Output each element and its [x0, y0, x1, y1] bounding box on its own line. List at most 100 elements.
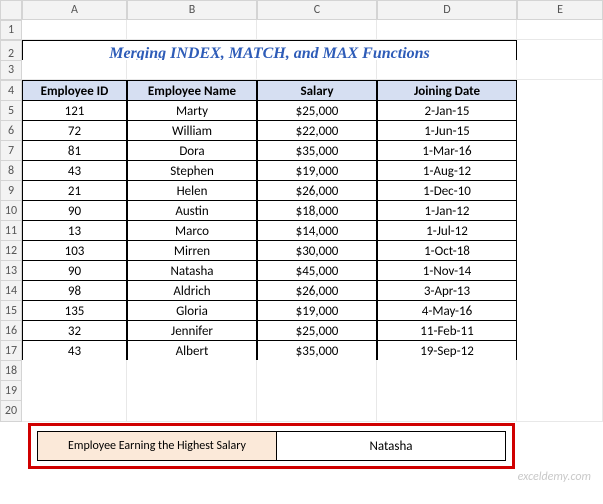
row-header-16[interactable]: 16: [0, 320, 22, 342]
row-header-11[interactable]: 11: [0, 220, 22, 242]
cell-id-12[interactable]: 103: [22, 240, 127, 262]
cell-D3[interactable]: [377, 60, 517, 80]
cell-F17[interactable]: [517, 340, 603, 362]
cell-name-6[interactable]: William: [127, 120, 257, 142]
cell-salary-16[interactable]: $25,000: [257, 320, 377, 342]
cell-empty-18-1[interactable]: [127, 360, 257, 382]
cell-empty-18-3[interactable]: [377, 360, 517, 382]
cell-empty-18-4[interactable]: [517, 360, 603, 382]
cell-date-11[interactable]: 1-Jul-12: [377, 220, 517, 242]
cell-empty-19-0[interactable]: [22, 380, 127, 402]
cell-A1[interactable]: [22, 20, 127, 40]
cell-F15[interactable]: [517, 300, 603, 322]
cell-F12[interactable]: [517, 240, 603, 262]
row-header-1[interactable]: 1: [0, 20, 22, 40]
cell-name-10[interactable]: Austin: [127, 200, 257, 222]
cell-name-16[interactable]: Jennifer: [127, 320, 257, 342]
cell-B3[interactable]: [127, 60, 257, 80]
cell-C1[interactable]: [257, 20, 377, 40]
cell-F5[interactable]: [517, 100, 603, 122]
row-header-17[interactable]: 17: [0, 340, 22, 362]
cell-salary-10[interactable]: $18,000: [257, 200, 377, 222]
cell-F10[interactable]: [517, 200, 603, 222]
cell-date-5[interactable]: 2-Jan-15: [377, 100, 517, 122]
cell-name-13[interactable]: Natasha: [127, 260, 257, 282]
cell-A3[interactable]: [22, 60, 127, 80]
cell-date-8[interactable]: 1-Aug-12: [377, 160, 517, 182]
row-header-7[interactable]: 7: [0, 140, 22, 162]
cell-F7[interactable]: [517, 140, 603, 162]
cell-id-8[interactable]: 43: [22, 160, 127, 182]
cell-date-9[interactable]: 1-Dec-10: [377, 180, 517, 202]
cell-empty-19-1[interactable]: [127, 380, 257, 402]
cell-id-7[interactable]: 81: [22, 140, 127, 162]
cell-C3[interactable]: [257, 60, 377, 80]
cell-F14[interactable]: [517, 280, 603, 302]
cell-salary-13[interactable]: $45,000: [257, 260, 377, 282]
cell-salary-14[interactable]: $26,000: [257, 280, 377, 302]
cell-salary-11[interactable]: $14,000: [257, 220, 377, 242]
cell-name-8[interactable]: Stephen: [127, 160, 257, 182]
cell-D1[interactable]: [377, 20, 517, 40]
cell-name-7[interactable]: Dora: [127, 140, 257, 162]
cell-F4[interactable]: [517, 80, 603, 102]
cell-id-6[interactable]: 72: [22, 120, 127, 142]
cell-date-14[interactable]: 3-Apr-13: [377, 280, 517, 302]
cell-salary-9[interactable]: $26,000: [257, 180, 377, 202]
row-header-10[interactable]: 10: [0, 200, 22, 222]
result-label[interactable]: Employee Earning the Highest Salary: [37, 431, 277, 461]
cell-empty-20-2[interactable]: [257, 400, 377, 422]
row-header-20[interactable]: 20: [0, 400, 22, 422]
col-header-C[interactable]: C: [257, 0, 377, 20]
row-header-4[interactable]: 4: [0, 80, 22, 102]
cell-name-15[interactable]: Gloria: [127, 300, 257, 322]
cell-empty-20-3[interactable]: [377, 400, 517, 422]
th-salary[interactable]: Salary: [257, 80, 377, 102]
th-date[interactable]: Joining Date: [377, 80, 517, 102]
cell-date-10[interactable]: 1-Jan-12: [377, 200, 517, 222]
cell-id-11[interactable]: 13: [22, 220, 127, 242]
cell-id-14[interactable]: 98: [22, 280, 127, 302]
col-header-B[interactable]: B: [127, 0, 257, 20]
cell-empty-18-0[interactable]: [22, 360, 127, 382]
col-header-D[interactable]: D: [377, 0, 517, 20]
cell-salary-6[interactable]: $22,000: [257, 120, 377, 142]
th-id[interactable]: Employee ID: [22, 80, 127, 102]
cell-id-15[interactable]: 135: [22, 300, 127, 322]
cell-F16[interactable]: [517, 320, 603, 342]
th-name[interactable]: Employee Name: [127, 80, 257, 102]
cell-empty-18-2[interactable]: [257, 360, 377, 382]
cell-B1[interactable]: [127, 20, 257, 40]
select-all-corner[interactable]: [0, 0, 22, 20]
cell-date-13[interactable]: 1-Nov-14: [377, 260, 517, 282]
row-header-6[interactable]: 6: [0, 120, 22, 142]
cell-F11[interactable]: [517, 220, 603, 242]
row-header-14[interactable]: 14: [0, 280, 22, 302]
col-header-E[interactable]: E: [517, 0, 603, 20]
cell-date-7[interactable]: 1-Mar-16: [377, 140, 517, 162]
row-header-19[interactable]: 19: [0, 380, 22, 402]
cell-F6[interactable]: [517, 120, 603, 142]
cell-id-13[interactable]: 90: [22, 260, 127, 282]
row-header-9[interactable]: 9: [0, 180, 22, 202]
cell-id-16[interactable]: 32: [22, 320, 127, 342]
cell-date-6[interactable]: 1-Jun-15: [377, 120, 517, 142]
result-value[interactable]: Natasha: [277, 431, 506, 461]
cell-id-17[interactable]: 43: [22, 340, 127, 362]
cell-name-14[interactable]: Aldrich: [127, 280, 257, 302]
cell-salary-15[interactable]: $19,000: [257, 300, 377, 322]
cell-name-12[interactable]: Mirren: [127, 240, 257, 262]
cell-empty-20-1[interactable]: [127, 400, 257, 422]
cell-name-5[interactable]: Marty: [127, 100, 257, 122]
cell-name-9[interactable]: Helen: [127, 180, 257, 202]
cell-id-10[interactable]: 90: [22, 200, 127, 222]
cell-salary-5[interactable]: $25,000: [257, 100, 377, 122]
cell-F8[interactable]: [517, 160, 603, 182]
cell-date-12[interactable]: 1-Oct-18: [377, 240, 517, 262]
cell-E3[interactable]: [517, 60, 603, 80]
row-header-13[interactable]: 13: [0, 260, 22, 282]
col-header-A[interactable]: A: [22, 0, 127, 20]
cell-salary-7[interactable]: $35,000: [257, 140, 377, 162]
row-header-15[interactable]: 15: [0, 300, 22, 322]
cell-empty-20-4[interactable]: [517, 400, 603, 422]
